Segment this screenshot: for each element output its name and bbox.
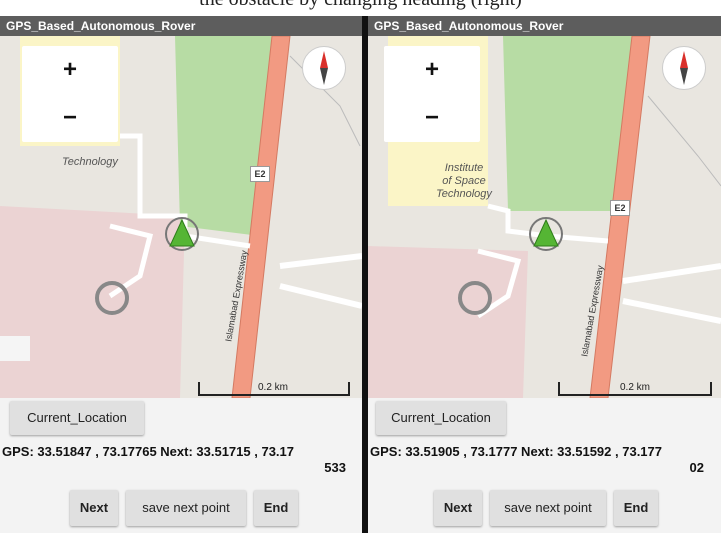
place-line-2: of Space	[442, 175, 486, 187]
save-next-point-button[interactable]: save next point	[126, 490, 246, 526]
gps-readout: GPS: 33.51847 , 73.17765 Next: 33.51715 …	[2, 444, 294, 459]
zoom-control: + −	[22, 46, 118, 142]
app-title: GPS_Based_Autonomous_Rover	[368, 16, 721, 36]
current-location-button[interactable]: Current_Location	[10, 401, 144, 435]
restricted-area	[0, 206, 185, 398]
zoom-in-button[interactable]: +	[384, 46, 480, 94]
place-line-1: Institute	[444, 162, 484, 174]
zoom-control: + −	[384, 46, 480, 142]
compass-icon[interactable]	[302, 46, 346, 90]
gps-readout: GPS: 33.51905 , 73.1777 Next: 33.51592 ,…	[370, 444, 662, 459]
save-next-point-button[interactable]: save next point	[490, 490, 606, 526]
gps-readout-cont: 02	[689, 460, 704, 475]
map-view[interactable]: Technology E2 Islamabad Expressway + − 0…	[0, 36, 362, 398]
end-button[interactable]: End	[254, 490, 298, 526]
scale-label: 0.2 km	[258, 382, 289, 393]
map-place-label: Technology	[62, 156, 118, 168]
figure-caption: the obstacle by changing heading (right)	[0, 0, 721, 11]
restricted-area	[368, 246, 528, 398]
compass-icon[interactable]	[662, 46, 706, 90]
map-view[interactable]: Institute of Space Technology E2 Islamab…	[368, 36, 721, 398]
current-location-button[interactable]: Current_Location	[376, 401, 506, 435]
phone-screen-right: GPS_Based_Autonomous_Rover Institute of …	[368, 16, 721, 533]
zoom-in-button[interactable]: +	[22, 46, 118, 94]
place-line-3: Technology	[436, 188, 492, 200]
app-title: GPS_Based_Autonomous_Rover	[0, 16, 362, 36]
phone-screen-left: GPS_Based_Autonomous_Rover Technology E2…	[0, 16, 362, 533]
zoom-out-button[interactable]: −	[384, 94, 480, 142]
gps-readout-cont: 533	[324, 460, 346, 475]
scale-label: 0.2 km	[620, 382, 651, 393]
road-shield: E2	[250, 166, 270, 182]
zoom-out-button[interactable]: −	[22, 94, 118, 142]
end-button[interactable]: End	[614, 490, 658, 526]
road-shield: E2	[610, 200, 630, 216]
map-place-label: Institute of Space Technology	[424, 162, 504, 201]
next-button[interactable]: Next	[70, 490, 118, 526]
next-button[interactable]: Next	[434, 490, 482, 526]
